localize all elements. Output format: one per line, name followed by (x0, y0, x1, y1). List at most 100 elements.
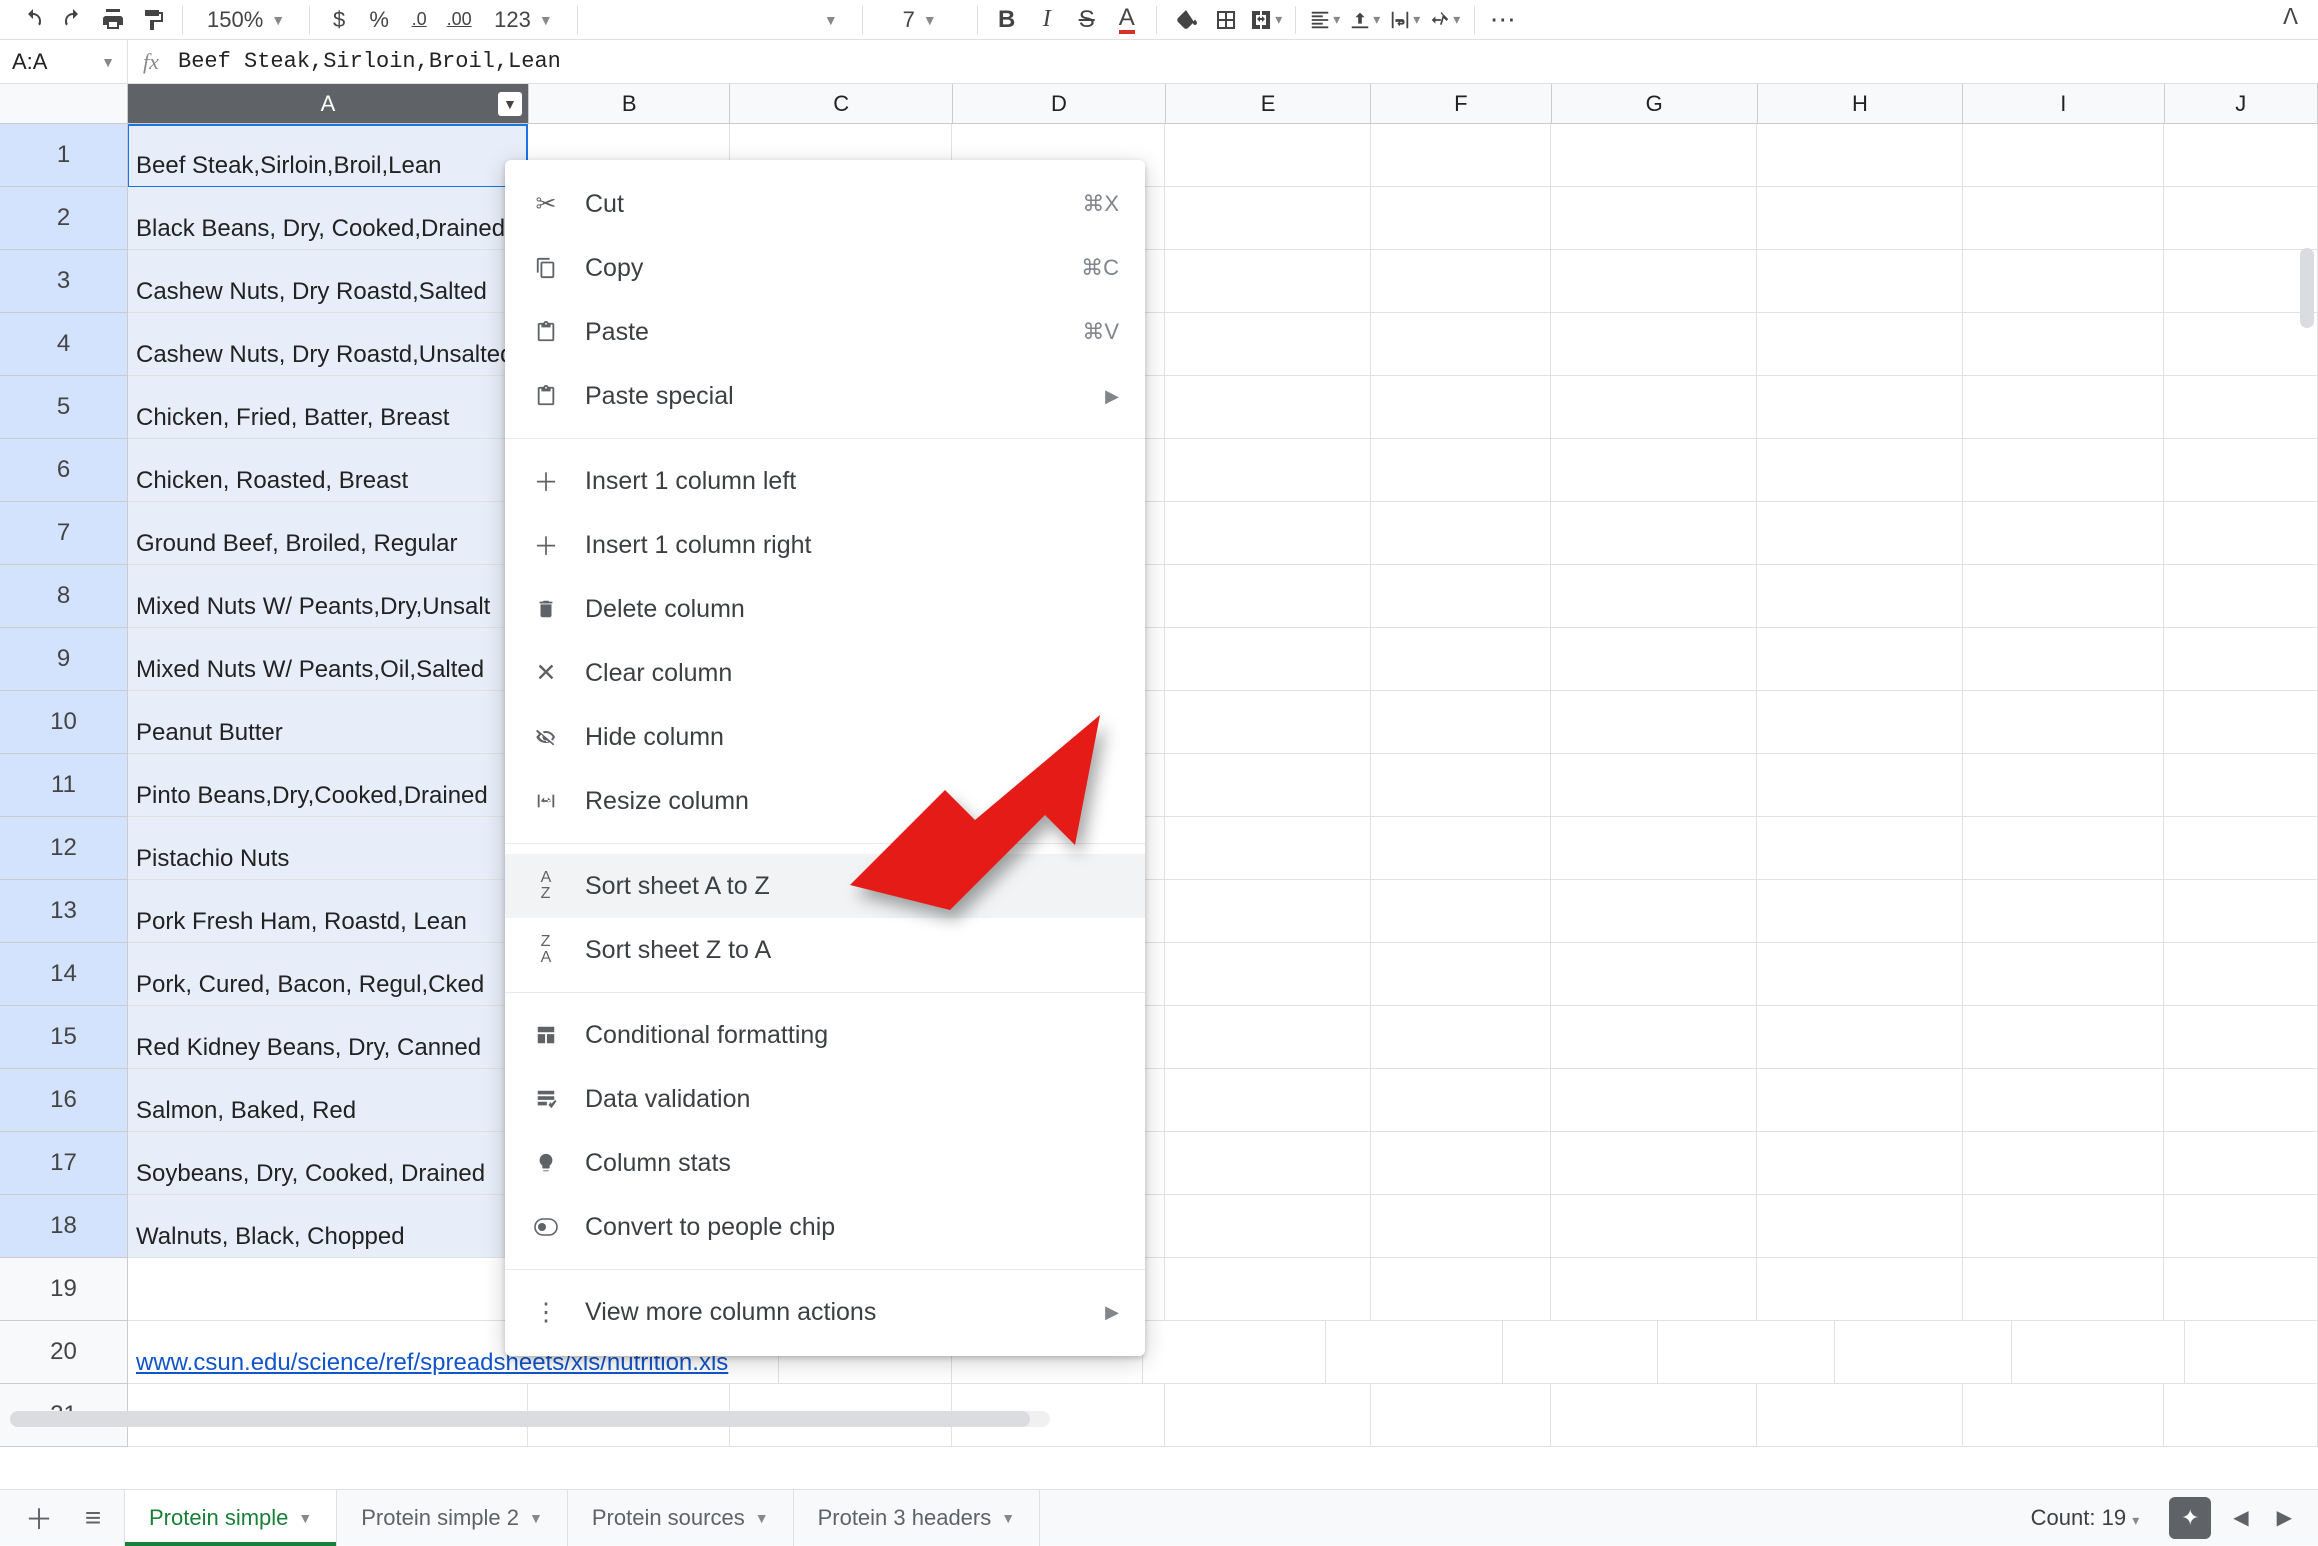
cell-H6[interactable] (1757, 439, 1962, 502)
cell-F15[interactable] (1371, 1006, 1551, 1069)
column-header-F[interactable]: F (1371, 84, 1551, 124)
cell-I11[interactable] (1963, 754, 2165, 817)
menu-column-stats[interactable]: Column stats (505, 1131, 1145, 1195)
cell-F1[interactable] (1371, 124, 1551, 187)
cell-H14[interactable] (1757, 943, 1962, 1006)
cell-F21[interactable] (1371, 1384, 1551, 1447)
cell-A2[interactable]: Black Beans, Dry, Cooked,Drained (128, 187, 528, 250)
cell-G10[interactable] (1551, 691, 1757, 754)
cell-G18[interactable] (1551, 1195, 1757, 1258)
column-header-J[interactable]: J (2165, 84, 2318, 124)
cell-F8[interactable] (1371, 565, 1551, 628)
column-header-C[interactable]: C (730, 84, 953, 124)
cell-G15[interactable] (1551, 1006, 1757, 1069)
cell-I13[interactable] (1963, 880, 2165, 943)
cell-F13[interactable] (1371, 880, 1551, 943)
cell-E8[interactable] (1165, 565, 1370, 628)
cell-E17[interactable] (1165, 1132, 1370, 1195)
menu-paste-special[interactable]: Paste special ▶ (505, 364, 1145, 428)
cell-G11[interactable] (1551, 754, 1757, 817)
decrease-decimal-button[interactable]: .0 (402, 3, 436, 37)
horizontal-align-button[interactable]: ▾ (1308, 3, 1342, 37)
cell-A13[interactable]: Pork Fresh Ham, Roastd, Lean (128, 880, 528, 943)
increase-decimal-button[interactable]: .00 (442, 3, 476, 37)
cell-H2[interactable] (1757, 187, 1962, 250)
caret-down-icon[interactable]: ▼ (1001, 1510, 1015, 1526)
menu-view-more[interactable]: ⋮ View more column actions ▶ (505, 1280, 1145, 1344)
menu-cut[interactable]: ✂ Cut ⌘X (505, 172, 1145, 236)
cell-I9[interactable] (1963, 628, 2165, 691)
cell-H13[interactable] (1757, 880, 1962, 943)
cell-E7[interactable] (1165, 502, 1370, 565)
selection-count[interactable]: Count: 19 ▾ (2017, 1499, 2154, 1537)
cell-F18[interactable] (1371, 1195, 1551, 1258)
row-header-13[interactable]: 13 (0, 880, 128, 943)
menu-insert-col-right[interactable]: ＋ Insert 1 column right (505, 513, 1145, 577)
redo-button[interactable] (56, 3, 90, 37)
row-header-1[interactable]: 1 (0, 124, 128, 187)
cell-J5[interactable] (2164, 376, 2318, 439)
cell-I4[interactable] (1963, 313, 2165, 376)
cell-A3[interactable]: Cashew Nuts, Dry Roastd,Salted (128, 250, 528, 313)
cell-G3[interactable] (1551, 250, 1757, 313)
cell-J1[interactable] (2164, 124, 2318, 187)
menu-paste[interactable]: Paste ⌘V (505, 300, 1145, 364)
cell-E19[interactable] (1165, 1258, 1370, 1321)
cell-H9[interactable] (1757, 628, 1962, 691)
cell-J16[interactable] (2164, 1069, 2318, 1132)
cell-J13[interactable] (2164, 880, 2318, 943)
cell-F20[interactable] (1503, 1321, 1658, 1384)
cell-A5[interactable]: Chicken, Fried, Batter, Breast (128, 376, 528, 439)
sheet-tab[interactable]: Protein sources▼ (568, 1490, 794, 1546)
borders-button[interactable] (1209, 3, 1243, 37)
print-button[interactable] (96, 3, 130, 37)
column-header-B[interactable]: B (529, 84, 730, 124)
row-header-2[interactable]: 2 (0, 187, 128, 250)
cell-E14[interactable] (1165, 943, 1370, 1006)
cell-G13[interactable] (1551, 880, 1757, 943)
cell-G5[interactable] (1551, 376, 1757, 439)
menu-conditional-formatting[interactable]: Conditional formatting (505, 1003, 1145, 1067)
merge-cells-button[interactable]: ▾ (1249, 3, 1283, 37)
cell-A19[interactable] (128, 1258, 528, 1321)
formula-input[interactable]: Beef Steak,Sirloin,Broil,Lean (174, 49, 2318, 74)
cell-H18[interactable] (1757, 1195, 1962, 1258)
text-wrap-button[interactable]: ▾ (1388, 3, 1422, 37)
cell-F9[interactable] (1371, 628, 1551, 691)
cell-I15[interactable] (1963, 1006, 2165, 1069)
cell-F17[interactable] (1371, 1132, 1551, 1195)
strikethrough-button[interactable]: S (1070, 3, 1104, 37)
cell-A1[interactable]: Beef Steak,Sirloin,Broil,Lean (128, 124, 528, 187)
cell-A6[interactable]: Chicken, Roasted, Breast (128, 439, 528, 502)
cell-E9[interactable] (1165, 628, 1370, 691)
cell-D20[interactable] (1143, 1321, 1326, 1384)
row-header-9[interactable]: 9 (0, 628, 128, 691)
cell-J19[interactable] (2164, 1258, 2318, 1321)
select-all-corner[interactable] (0, 84, 128, 124)
cell-F16[interactable] (1371, 1069, 1551, 1132)
cell-E15[interactable] (1165, 1006, 1370, 1069)
row-header-19[interactable]: 19 (0, 1258, 128, 1321)
cell-J12[interactable] (2164, 817, 2318, 880)
sheet-tab[interactable]: Protein simple▼ (124, 1490, 337, 1546)
cell-J10[interactable] (2164, 691, 2318, 754)
cell-H1[interactable] (1757, 124, 1962, 187)
menu-clear-column[interactable]: ✕ Clear column (505, 641, 1145, 705)
cell-H17[interactable] (1757, 1132, 1962, 1195)
cell-E2[interactable] (1165, 187, 1370, 250)
toolbar-more-button[interactable]: ⋯ (1487, 3, 1521, 37)
sheet-tab[interactable]: Protein simple 2▼ (337, 1490, 568, 1546)
menu-convert-people-chip[interactable]: Convert to people chip (505, 1195, 1145, 1259)
caret-down-icon[interactable]: ▼ (298, 1510, 312, 1526)
cell-J21[interactable] (2164, 1384, 2318, 1447)
column-header-I[interactable]: I (1963, 84, 2164, 124)
row-header-11[interactable]: 11 (0, 754, 128, 817)
menu-copy[interactable]: Copy ⌘C (505, 236, 1145, 300)
cell-J15[interactable] (2164, 1006, 2318, 1069)
zoom-dropdown[interactable]: 150%▼ (195, 3, 297, 37)
cell-J8[interactable] (2164, 565, 2318, 628)
cell-J14[interactable] (2164, 943, 2318, 1006)
menu-delete-column[interactable]: Delete column (505, 577, 1145, 641)
font-family-dropdown[interactable]: ▼ (590, 8, 850, 32)
cell-G4[interactable] (1551, 313, 1757, 376)
